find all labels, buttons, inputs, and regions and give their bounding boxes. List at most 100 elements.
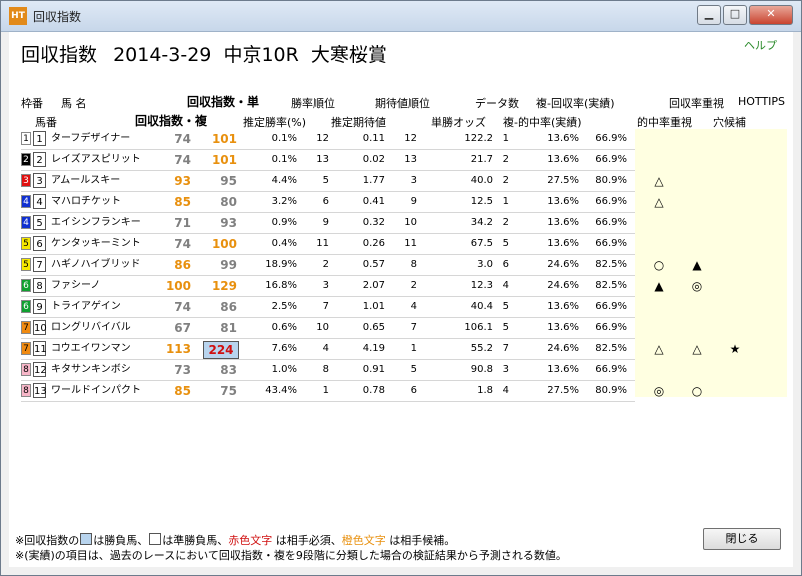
index-single-cell: 113 <box>165 342 191 356</box>
help-link[interactable]: ヘルプ <box>744 37 777 53</box>
data-count-cell: 7 <box>502 343 509 354</box>
win-odds-cell: 122.2 <box>464 133 493 144</box>
fuku-return-cell: 80.9% <box>595 385 627 396</box>
est-ev-cell: 1.01 <box>362 301 385 312</box>
win-rank-cell: 1 <box>322 385 329 396</box>
footnote-legend: ※回収指数の は勝負馬、 は準勝負馬、赤色文字 は相手必須、橙色文字 は相手候補。 <box>15 532 455 548</box>
est-win-rate-cell: 0.4% <box>271 238 297 249</box>
fuku-return-cell: 66.9% <box>595 196 627 207</box>
table-row[interactable]: 1 1 ターフデザイナー 74 101 0.1% 12 0.11 12 122.2 1 13.6% 66… <box>21 129 635 150</box>
footnote-text: は準勝負馬、 <box>162 534 229 547</box>
table-row[interactable]: 6 8 ファシーノ 100 129 16.8% 3 2.07 2 12.3 4 24.6% 82.5% <box>21 276 635 297</box>
est-win-rate-cell: 0.9% <box>271 217 297 228</box>
title-bar[interactable]: HT 回収指数 ▁ □ ✕ <box>1 1 801 32</box>
ev-rank-cell: 12 <box>404 133 417 144</box>
win-rank-cell: 3 <box>322 280 329 291</box>
est-ev-cell: 0.32 <box>362 217 385 228</box>
fuku-hit-cell: 13.6% <box>547 217 579 228</box>
ev-rank-cell: 7 <box>410 322 417 333</box>
fuku-return-cell: 80.9% <box>595 175 627 186</box>
table-row[interactable]: 5 7 ハギノハイブリッド 86 99 18.9% 2 0.57 8 3.0 6 24.6% 82.5% <box>21 255 635 276</box>
header-waku: 枠番 <box>21 97 43 110</box>
hit-focus-mark <box>649 360 669 380</box>
fuku-return-cell: 66.9% <box>595 238 627 249</box>
horse-table: 1 1 ターフデザイナー 74 101 0.1% 12 0.11 12 122.2 1 13.6% 66… <box>21 129 635 402</box>
table-row[interactable]: 5 6 ケンタッキーミント 74 100 0.4% 11 0.26 11 67.5 5 13.6% 66… <box>21 234 635 255</box>
table-row[interactable]: 4 4 マハロチケット 85 80 3.2% 6 0.41 9 12.5 1 13.6% 66.9% <box>21 192 635 213</box>
ev-rank-cell: 3 <box>410 175 417 186</box>
table-row[interactable]: 8 12 キタサンキンボシ 73 83 1.0% 8 0.91 5 90.8 3 13.6% 66.9% <box>21 360 635 381</box>
table-row[interactable]: 8 13 ワールドインパクト 85 75 43.4% 1 0.78 6 1.8 4 27.5% 80.9… <box>21 381 635 402</box>
table-row[interactable]: 6 9 トライアゲイン 74 86 2.5% 7 1.01 4 40.4 5 13.6% 66.9% <box>21 297 635 318</box>
table-row[interactable]: 7 11 コウエイワンマン 113 224 7.6% 4 4.19 1 55.2 7 24.6% 82.… <box>21 339 635 360</box>
minimize-button[interactable]: ▁ <box>697 5 721 25</box>
frame-number-badge: 5 <box>21 237 31 250</box>
est-ev-cell: 0.02 <box>362 154 385 165</box>
est-win-rate-cell: 43.4% <box>265 385 297 396</box>
win-rank-cell: 2 <box>322 259 329 270</box>
mark-row: △ <box>635 171 787 192</box>
index-multi-cell: 93 <box>220 216 237 230</box>
hottips-mark <box>725 255 745 275</box>
table-row[interactable]: 3 3 アムールスキー 93 95 4.4% 5 1.77 3 40.0 2 27.5% 80.9% <box>21 171 635 192</box>
longshot-mark <box>687 171 707 191</box>
data-count-cell: 2 <box>502 154 509 165</box>
index-single-cell: 74 <box>174 300 191 314</box>
mark-row <box>635 318 787 339</box>
table-row[interactable]: 2 2 レイズアスピリット 74 101 0.1% 13 0.02 13 21.7 2 13.6% 66… <box>21 150 635 171</box>
horse-name: トライアゲイン <box>51 301 121 312</box>
hottips-mark <box>725 129 745 149</box>
frame-number-badge: 7 <box>21 342 31 355</box>
fuku-return-cell: 82.5% <box>595 343 627 354</box>
mark-row: △ △ ★ <box>635 339 787 360</box>
win-rank-cell: 9 <box>322 217 329 228</box>
table-row[interactable]: 7 10 ロングリバイバル 67 81 0.6% 10 0.65 7 106.1 5 13.6% 66.… <box>21 318 635 339</box>
race-date: 2014-3-29 <box>113 44 212 66</box>
header-hottips: HOTTIPS <box>738 95 786 108</box>
maximize-button[interactable]: □ <box>723 5 747 25</box>
mark-row <box>635 360 787 381</box>
fuku-hit-cell: 24.6% <box>547 259 579 270</box>
longshot-mark: ▲ <box>692 258 702 272</box>
page-title: 回収指数 2014-3-29 中京10R 大寒桜賞 <box>21 40 387 67</box>
fuku-hit-cell: 27.5% <box>547 175 579 186</box>
fuku-return-cell: 66.9% <box>595 301 627 312</box>
est-ev-cell: 0.91 <box>362 364 385 375</box>
fuku-hit-cell: 13.6% <box>547 364 579 375</box>
longshot-mark <box>687 360 707 380</box>
horse-number: 6 <box>33 236 46 251</box>
frame-number-badge: 8 <box>21 384 31 397</box>
hottips-mark <box>725 381 745 401</box>
hottips-mark <box>725 234 745 254</box>
fuku-hit-cell: 24.6% <box>547 343 579 354</box>
window-close-button[interactable]: ✕ <box>749 5 793 25</box>
fuku-return-cell: 66.9% <box>595 364 627 375</box>
data-count-cell: 5 <box>502 238 509 249</box>
fuku-hit-cell: 13.6% <box>547 301 579 312</box>
win-rank-cell: 4 <box>322 343 329 354</box>
index-single-cell: 74 <box>174 237 191 251</box>
win-rank-cell: 8 <box>322 364 329 375</box>
win-rank-cell: 6 <box>322 196 329 207</box>
est-win-rate-cell: 3.2% <box>271 196 297 207</box>
win-odds-cell: 67.5 <box>470 238 493 249</box>
hit-focus-mark <box>649 213 669 233</box>
ev-rank-cell: 10 <box>404 217 417 228</box>
mark-row: △ <box>635 192 787 213</box>
win-odds-cell: 106.1 <box>464 322 493 333</box>
index-multi-cell: 95 <box>220 174 237 188</box>
footnote-text: は勝負馬、 <box>93 534 149 547</box>
white-swatch-icon <box>149 533 162 545</box>
table-row[interactable]: 4 5 エイシンフランキー 71 93 0.9% 9 0.32 10 34.2 2 13.6% 66.9… <box>21 213 635 234</box>
index-multi-cell: 101 <box>211 132 237 146</box>
close-button[interactable]: 閉じる <box>703 528 781 550</box>
frame-number-badge: 2 <box>21 153 31 166</box>
hottips-mark <box>725 192 745 212</box>
horse-number: 7 <box>33 257 46 272</box>
win-rank-cell: 13 <box>316 154 329 165</box>
frame-number-badge: 6 <box>21 300 31 313</box>
header-est-win-rate: 推定勝率(%) <box>243 116 307 129</box>
est-ev-cell: 0.57 <box>362 259 385 270</box>
frame-number-badge: 4 <box>21 195 31 208</box>
horse-number: 1 <box>33 131 46 146</box>
